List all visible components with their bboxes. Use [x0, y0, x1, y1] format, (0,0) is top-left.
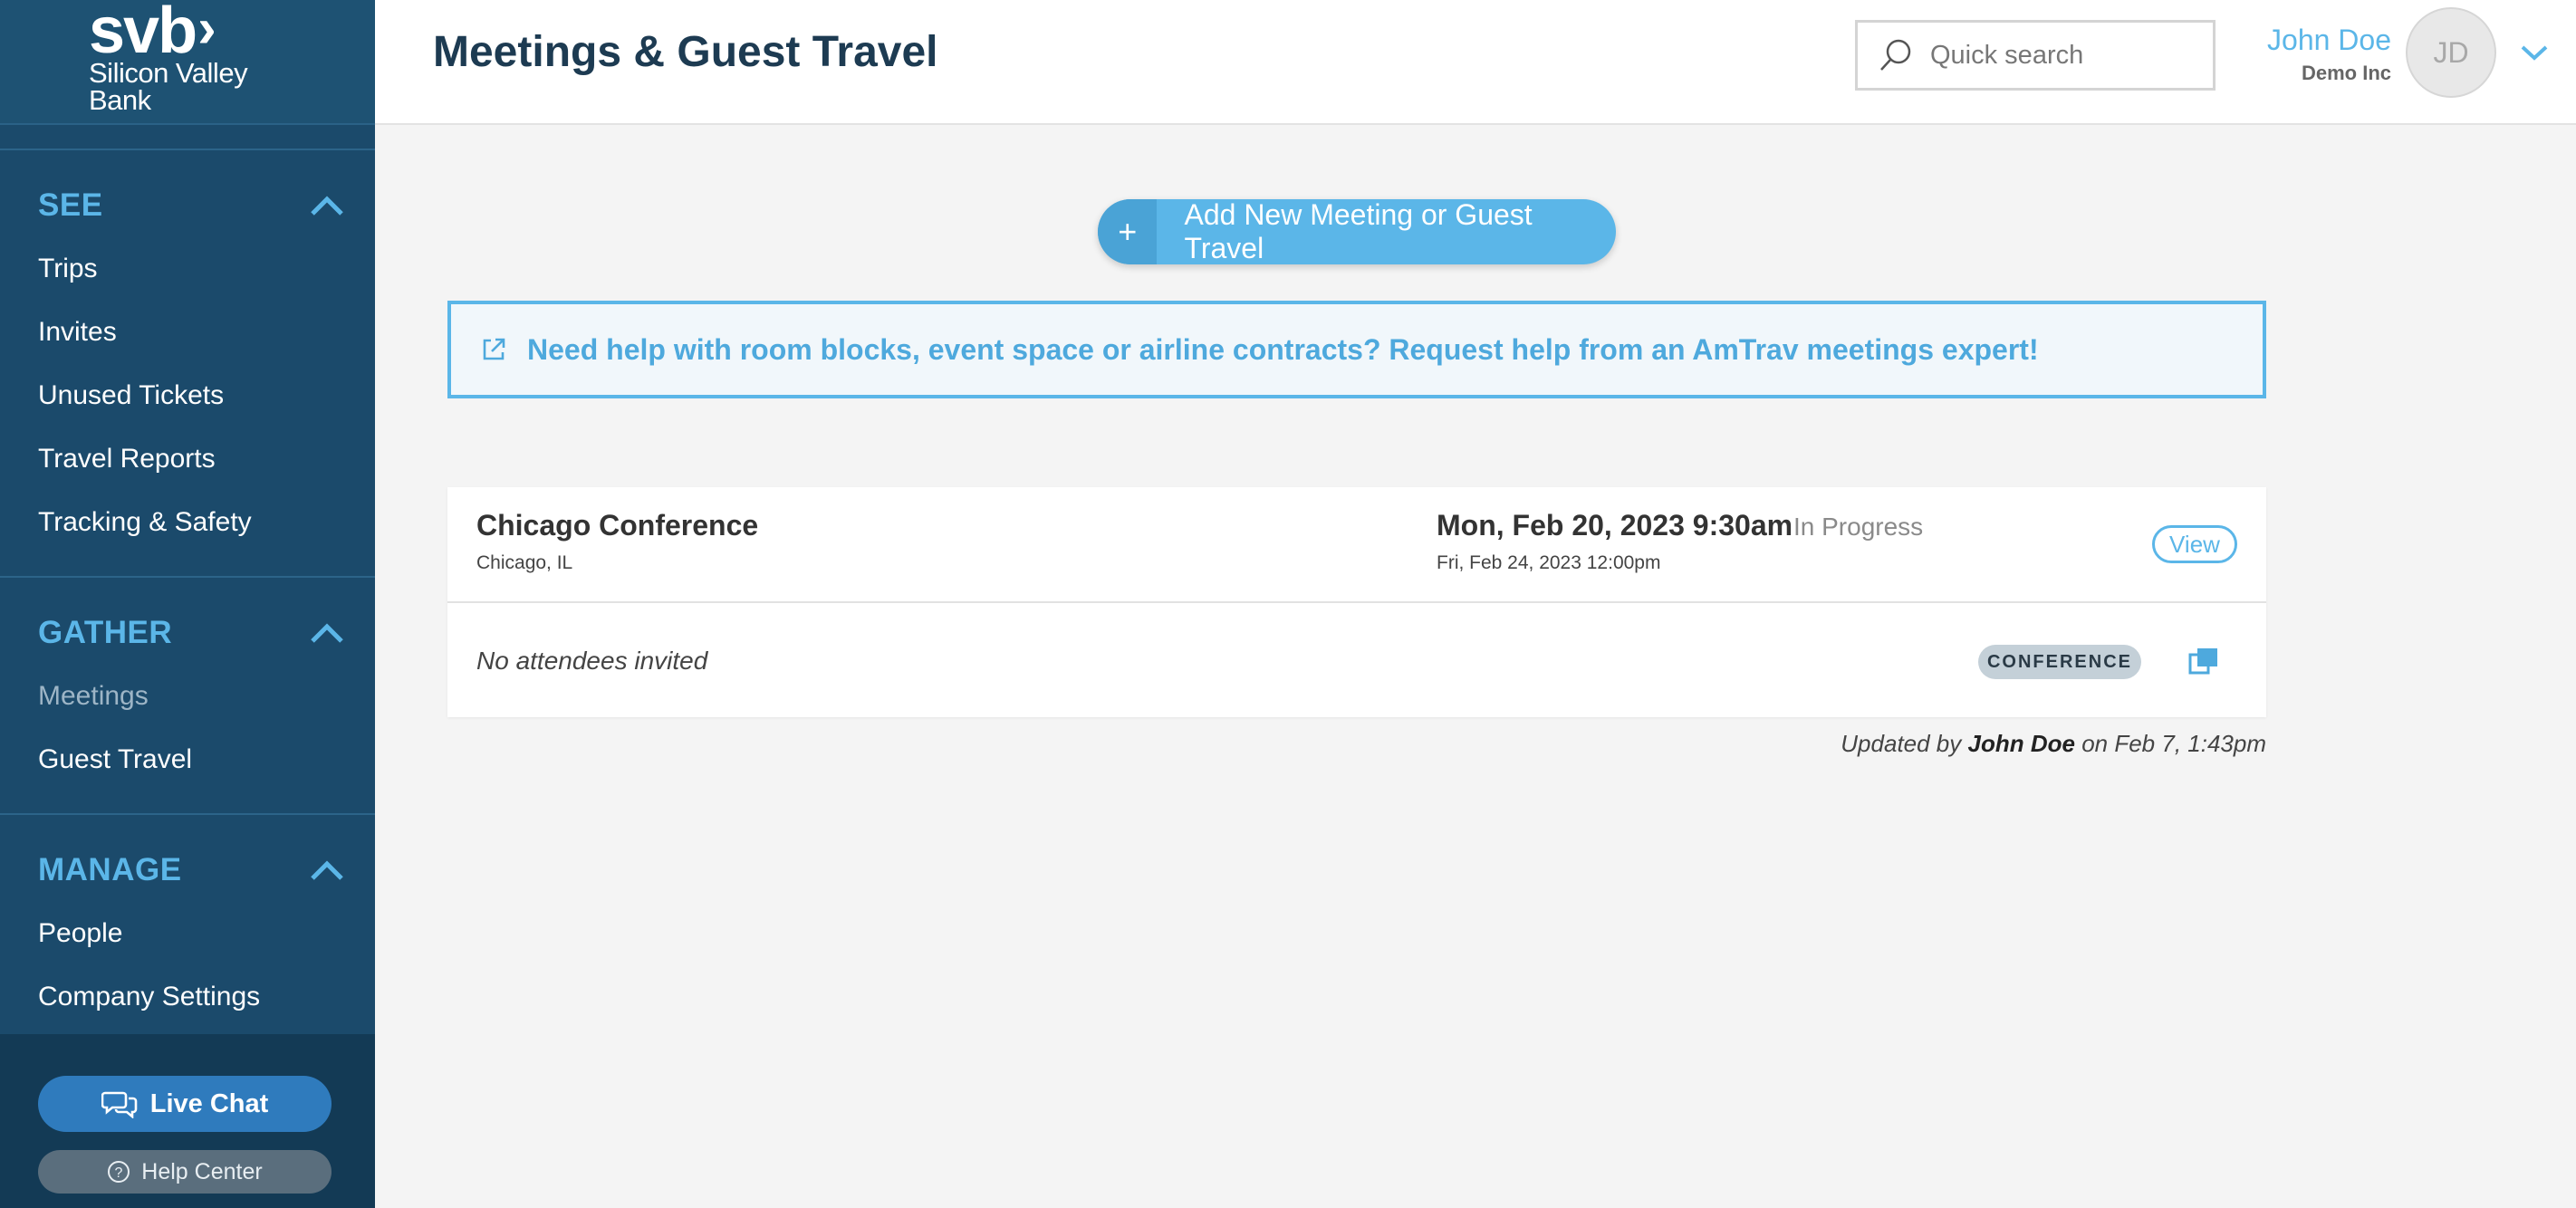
live-chat-label: Live Chat	[149, 1088, 269, 1118]
meeting-type-badge: CONFERENCE	[1978, 645, 2141, 679]
user-company: Demo Inc	[2301, 62, 2391, 84]
nav-header-label: SEE	[38, 187, 103, 223]
nav-header-label: MANAGE	[38, 852, 182, 887]
avatar-initials: JD	[2433, 35, 2469, 69]
updated-suffix: on Feb 7, 1:43pm	[2081, 730, 2266, 757]
chevron-down-icon[interactable]	[2520, 43, 2549, 62]
search-icon	[1880, 39, 1911, 71]
divider	[0, 149, 375, 150]
add-meeting-label: Add New Meeting or Guest Travel	[1184, 199, 1533, 264]
sidebar-footer: Live Chat ? Help Center	[0, 1034, 375, 1208]
updated-by-line: Updated by John Doe on Feb 7, 1:43pm	[1630, 730, 2266, 758]
sidebar-item-travel-reports[interactable]: Travel Reports	[0, 427, 375, 491]
sidebar-item-tracking-safety[interactable]: Tracking & Safety	[0, 491, 375, 554]
meeting-card: Chicago Conference Chicago, IL Mon, Feb …	[447, 487, 2266, 717]
duplicate-icon[interactable]	[2188, 647, 2219, 676]
live-chat-button[interactable]: Live Chat	[38, 1076, 332, 1132]
meeting-name: Chicago Conference	[476, 509, 759, 542]
nav-header-label: GATHER	[38, 615, 173, 650]
page-title: Meetings & Guest Travel	[433, 28, 938, 76]
external-link-icon	[483, 338, 505, 360]
logo-line-1: Silicon Valley	[89, 57, 248, 89]
logo-chevron-icon: ›	[197, 0, 216, 60]
divider	[0, 813, 375, 815]
help-banner-text: Need help with room blocks, event space …	[527, 332, 2039, 366]
meetings-help-banner[interactable]: Need help with room blocks, event space …	[447, 301, 2266, 398]
nav-header-gather[interactable]: GATHER	[0, 601, 375, 665]
chat-bubbles-icon	[101, 1091, 138, 1118]
sidebar-item-unused-tickets[interactable]: Unused Tickets	[0, 364, 375, 427]
meeting-location: Chicago, IL	[476, 552, 573, 573]
quick-search[interactable]	[1855, 20, 2216, 91]
search-input[interactable]	[1930, 40, 2202, 71]
help-center-button[interactable]: ? Help Center	[38, 1150, 332, 1194]
chevron-up-icon	[311, 196, 343, 216]
chevron-up-icon	[311, 623, 343, 643]
divider	[0, 576, 375, 578]
logo-line-2: Bank	[89, 84, 151, 116]
nav-section-manage: MANAGE People Company Settings	[0, 839, 375, 1029]
question-circle-icon: ?	[108, 1161, 130, 1183]
meeting-end-date: Fri, Feb 24, 2023 12:00pm	[1437, 552, 1661, 573]
sidebar-item-meetings[interactable]: Meetings	[0, 665, 375, 728]
avatar[interactable]: JD	[2406, 7, 2496, 98]
sidebar-item-company-settings[interactable]: Company Settings	[0, 965, 375, 1029]
meeting-status: In Progress	[1793, 513, 1924, 541]
user-name[interactable]: John Doe	[2267, 24, 2391, 57]
nav-header-see[interactable]: SEE	[0, 174, 375, 237]
meeting-start-date: Mon, Feb 20, 2023 9:30am	[1437, 509, 1793, 542]
meeting-card-header: Chicago Conference Chicago, IL Mon, Feb …	[447, 487, 2266, 603]
sidebar-item-invites[interactable]: Invites	[0, 301, 375, 364]
help-center-label: Help Center	[141, 1158, 263, 1184]
logo-area: svb› Silicon Valley Bank	[0, 0, 375, 125]
updated-user: John Doe	[1967, 730, 2075, 757]
svg-text:?: ?	[115, 1165, 123, 1181]
chevron-up-icon	[311, 860, 343, 880]
sidebar-item-people[interactable]: People	[0, 902, 375, 965]
nav-section-see: SEE Trips Invites Unused Tickets Travel …	[0, 174, 375, 554]
add-meeting-button[interactable]: + Add New Meeting or Guest Travel	[1098, 199, 1616, 264]
sidebar-item-trips[interactable]: Trips	[0, 237, 375, 301]
sidebar: svb› Silicon Valley Bank SEE Trips Invit…	[0, 0, 375, 1208]
plus-icon: +	[1098, 199, 1158, 264]
updated-prefix: Updated by	[1841, 730, 1962, 757]
sidebar-item-guest-travel[interactable]: Guest Travel	[0, 728, 375, 791]
nav-section-gather: GATHER Meetings Guest Travel	[0, 601, 375, 791]
top-bar: Meetings & Guest Travel John Doe Demo In…	[375, 0, 2576, 125]
svb-logo[interactable]: svb› Silicon Valley Bank	[89, 0, 248, 116]
nav-header-manage[interactable]: MANAGE	[0, 839, 375, 902]
attendees-text: No attendees invited	[476, 647, 708, 675]
view-meeting-button[interactable]: View	[2152, 525, 2237, 563]
